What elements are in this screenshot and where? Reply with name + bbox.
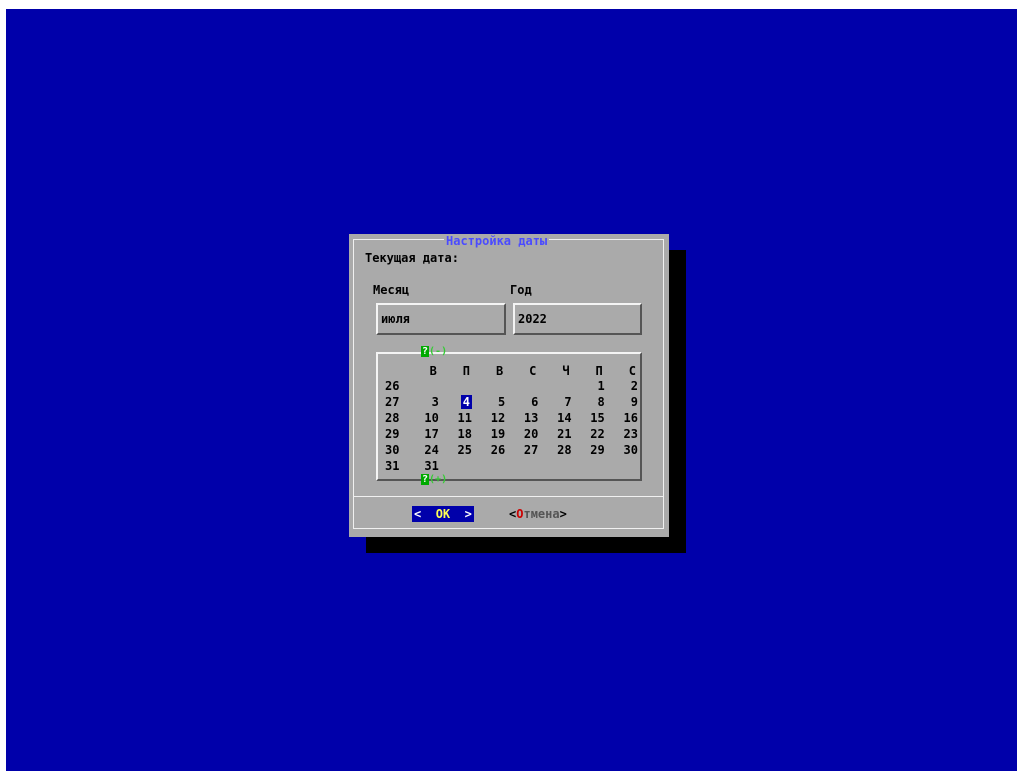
calendar-day[interactable]: 7 xyxy=(540,394,573,410)
calendar-box[interactable]: ?(-) В П В С Ч П С 26 1 2 27 3 4 5 6 7 8 9 28 10 11 12… xyxy=(376,346,642,485)
year-label: Год xyxy=(510,283,532,297)
calendar-empty-cell xyxy=(507,458,540,474)
calendar-day[interactable]: 19 xyxy=(474,426,507,442)
calendar-empty-cell xyxy=(540,458,573,474)
scroll-down-text: (+) xyxy=(429,474,448,485)
scroll-up-q: ? xyxy=(421,346,430,357)
week-number: 31 xyxy=(385,459,400,473)
calendar-day[interactable]: 23 xyxy=(607,426,640,442)
button-separator xyxy=(353,496,664,497)
calendar-day[interactable]: 13 xyxy=(507,410,540,426)
calendar-day[interactable]: 1 xyxy=(574,378,607,394)
calendar-day[interactable]: 29 xyxy=(574,442,607,458)
calendar-day[interactable]: 10 xyxy=(408,410,441,426)
calendar-day[interactable]: 8 xyxy=(574,394,607,410)
calendar-empty-cell xyxy=(540,378,573,394)
calendar-day-selected[interactable]: 4 xyxy=(441,394,474,410)
calendar-day[interactable]: 17 xyxy=(408,426,441,442)
week-number: 29 xyxy=(385,427,400,441)
ok-right-bracket: > xyxy=(464,507,472,521)
week-number: 28 xyxy=(385,411,400,425)
weekday-header: П xyxy=(462,364,470,378)
cancel-label: тмена xyxy=(523,507,560,521)
calendar-day[interactable]: 3 xyxy=(408,394,441,410)
calendar-empty-cell xyxy=(474,378,507,394)
calendar-week-row: 30 24 25 26 27 28 29 30 xyxy=(385,442,640,458)
dialog-title: Настройка даты xyxy=(444,234,550,248)
week-number: 30 xyxy=(385,443,400,457)
weekday-header: Ч xyxy=(562,364,570,378)
scroll-up-text: (-) xyxy=(429,346,448,357)
calendar-day[interactable]: 20 xyxy=(507,426,540,442)
scroll-down-indicator[interactable]: ?(+) xyxy=(421,474,447,486)
calendar-day[interactable]: 9 xyxy=(607,394,640,410)
calendar-day[interactable]: 31 xyxy=(408,458,441,474)
calendar-day[interactable]: 16 xyxy=(607,410,640,426)
selected-day-highlight[interactable]: 4 xyxy=(460,395,472,409)
calendar-week-row: 31 31 xyxy=(385,458,640,474)
calendar-day[interactable]: 6 xyxy=(507,394,540,410)
calendar-day[interactable]: 21 xyxy=(540,426,573,442)
ok-button[interactable]: < OK > xyxy=(412,506,474,522)
calendar-week-row: 29 17 18 19 20 21 22 23 xyxy=(385,426,640,442)
calendar-empty-cell xyxy=(441,378,474,394)
calendar-day[interactable]: 5 xyxy=(474,394,507,410)
calendar-day[interactable]: 27 xyxy=(507,442,540,458)
week-number: 26 xyxy=(385,379,400,393)
calendar-day[interactable]: 30 xyxy=(607,442,640,458)
weekday-header: В xyxy=(429,364,437,378)
scroll-down-q: ? xyxy=(421,474,430,485)
calendar-empty-cell xyxy=(507,378,540,394)
year-field[interactable]: 2022 xyxy=(513,303,642,335)
cancel-right-bracket: > xyxy=(559,507,567,521)
calendar-grid: В П В С Ч П С 26 1 2 27 3 4 5 6 7 8 9 28 10 11 12 13 14 1… xyxy=(385,364,640,474)
weekday-header-row: В П В С Ч П С xyxy=(385,364,640,378)
calendar-empty-cell xyxy=(574,458,607,474)
scroll-up-indicator[interactable]: ?(-) xyxy=(421,346,447,358)
calendar-empty-cell xyxy=(607,458,640,474)
date-dialog: Настройка даты Текущая дата: Месяц Год и… xyxy=(349,234,669,537)
weekday-header: С xyxy=(628,364,636,378)
calendar-empty-cell xyxy=(474,458,507,474)
weekday-header: В xyxy=(495,364,504,378)
calendar-week-row: 26 1 2 xyxy=(385,378,640,394)
calendar-empty-cell xyxy=(408,378,441,394)
week-number: 27 xyxy=(385,395,400,409)
calendar-week-row: 27 3 4 5 6 7 8 9 xyxy=(385,394,640,410)
month-label: Месяц xyxy=(373,283,410,297)
weekday-header: П xyxy=(595,364,603,378)
week-col-header xyxy=(385,364,408,378)
calendar-week-row: 28 10 11 12 13 14 15 16 xyxy=(385,410,640,426)
calendar-day[interactable]: 22 xyxy=(574,426,607,442)
calendar-day[interactable]: 14 xyxy=(540,410,573,426)
calendar-day[interactable]: 26 xyxy=(474,442,507,458)
calendar-day[interactable]: 18 xyxy=(441,426,474,442)
calendar-day[interactable]: 15 xyxy=(574,410,607,426)
calendar-day[interactable]: 25 xyxy=(441,442,474,458)
cancel-button[interactable]: <Отмена> xyxy=(509,506,567,522)
ok-left-bracket: < xyxy=(414,507,422,521)
month-field[interactable]: июля xyxy=(376,303,506,335)
calendar-day[interactable]: 11 xyxy=(441,410,474,426)
calendar-day[interactable]: 24 xyxy=(408,442,441,458)
calendar-day[interactable]: 12 xyxy=(474,410,507,426)
ok-label: OK xyxy=(435,507,451,521)
weekday-header: С xyxy=(529,364,537,378)
current-date-label: Текущая дата: xyxy=(365,251,459,265)
calendar-empty-cell xyxy=(441,458,474,474)
calendar-day[interactable]: 2 xyxy=(607,378,640,394)
calendar-day[interactable]: 28 xyxy=(540,442,573,458)
